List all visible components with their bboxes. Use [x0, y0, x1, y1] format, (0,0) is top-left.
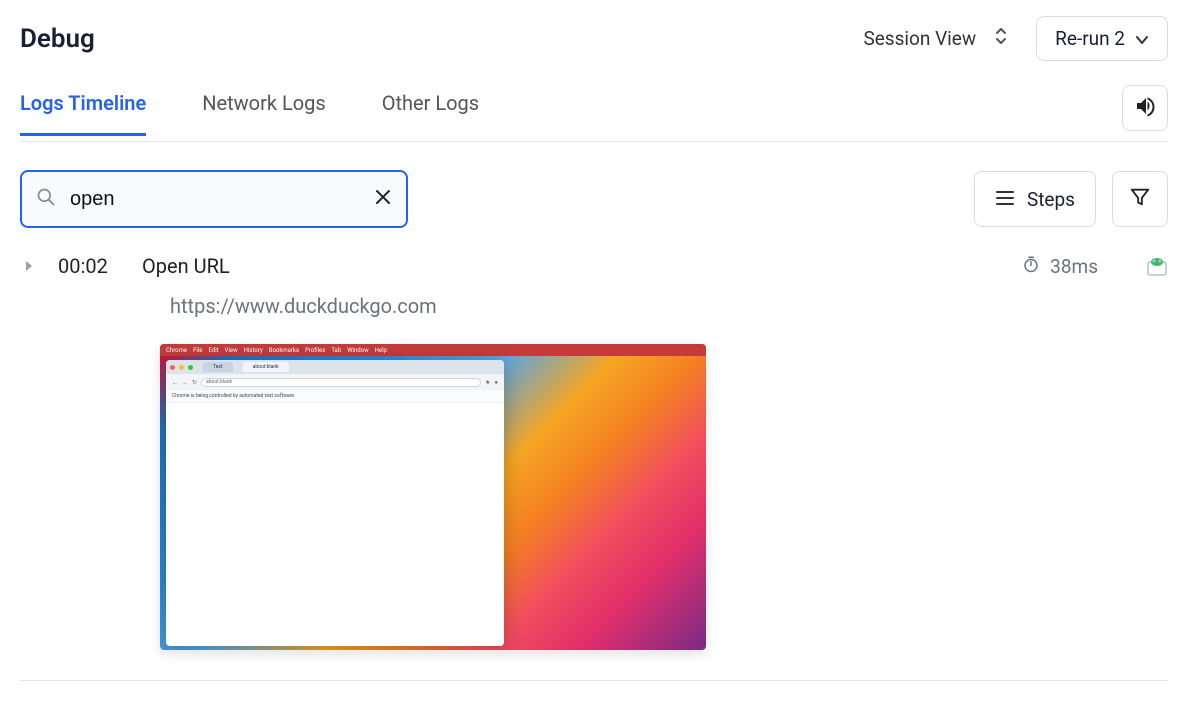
- log-duration: 38ms: [1022, 255, 1098, 278]
- search-icon: [36, 187, 56, 211]
- filter-icon: [1129, 186, 1151, 212]
- chrome-window: Test about:blank ← → ↻ about:blank ★ ● C…: [166, 360, 504, 646]
- log-duration-value: 38ms: [1050, 255, 1098, 278]
- list-icon: [995, 188, 1015, 211]
- session-view-label: Session View: [863, 27, 976, 50]
- log-screenshot[interactable]: Chrome File Edit View History Bookmarks …: [160, 344, 1168, 650]
- volume-icon: [1133, 94, 1157, 122]
- header: Debug Session View Re-run 2: [20, 16, 1168, 61]
- macos-menubar: Chrome File Edit View History Bookmarks …: [160, 344, 706, 356]
- header-actions: Session View Re-run 2: [863, 16, 1168, 61]
- rerun-dropdown[interactable]: Re-run 2: [1036, 16, 1168, 61]
- up-down-icon: [994, 26, 1008, 51]
- steps-button[interactable]: Steps: [974, 171, 1096, 227]
- log-url: https://www.duckduckgo.com: [170, 294, 1168, 318]
- log-step-name: Open URL: [142, 254, 1002, 278]
- log-entry: 00:02 Open URL 38ms: [20, 254, 1168, 681]
- browser-icon: [1146, 255, 1168, 277]
- filter-button[interactable]: [1112, 171, 1168, 227]
- screenshot-thumbnail: Chrome File Edit View History Bookmarks …: [160, 344, 706, 650]
- clear-icon[interactable]: [374, 188, 392, 210]
- controls-row: Steps: [20, 170, 1168, 228]
- tabs-row: Logs Timeline Network Logs Other Logs: [20, 85, 1168, 142]
- steps-label: Steps: [1027, 188, 1075, 211]
- search-box[interactable]: [20, 170, 408, 228]
- tabs: Logs Timeline Network Logs Other Logs: [20, 91, 479, 136]
- page-title: Debug: [20, 24, 95, 54]
- tab-other-logs[interactable]: Other Logs: [382, 91, 479, 136]
- stopwatch-icon: [1022, 255, 1040, 278]
- search-input[interactable]: [68, 187, 362, 212]
- chevron-right-icon[interactable]: [20, 260, 38, 272]
- chevron-down-icon: [1135, 27, 1149, 50]
- session-view-selector[interactable]: Session View: [863, 26, 1008, 51]
- log-entry-header[interactable]: 00:02 Open URL 38ms: [20, 254, 1168, 278]
- log-timestamp: 00:02: [58, 254, 122, 278]
- tab-logs-timeline[interactable]: Logs Timeline: [20, 91, 146, 136]
- tab-network-logs[interactable]: Network Logs: [202, 91, 325, 136]
- controls-right: Steps: [974, 171, 1168, 227]
- sound-button[interactable]: [1122, 85, 1168, 131]
- rerun-label: Re-run 2: [1055, 27, 1125, 50]
